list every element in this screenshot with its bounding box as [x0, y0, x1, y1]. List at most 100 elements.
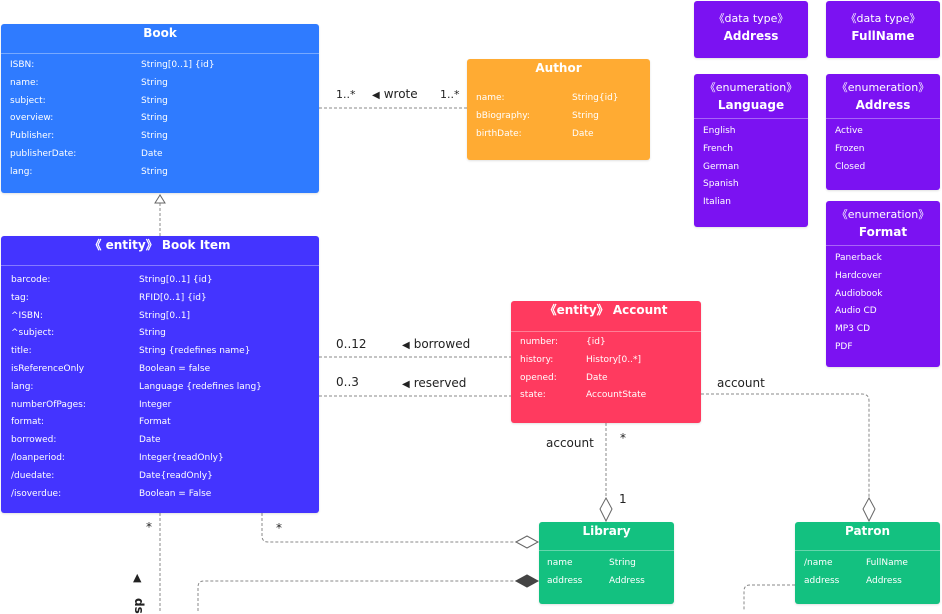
attribute-type: RFID[0..1] {id}: [139, 292, 207, 303]
attribute-type: {id}: [586, 337, 606, 347]
attribute-type: FullName: [866, 558, 908, 568]
attribute-name: title:: [11, 346, 32, 357]
enum-literal: PDF: [835, 341, 853, 352]
attribute-name: subject:: [10, 95, 46, 106]
class-book-item[interactable]: 《 entity》 Book Item barcode: String[0..1]…: [1, 236, 319, 513]
enum-format[interactable]: 《enumeration》 Format Panerback Hardcover…: [826, 201, 940, 367]
attribute-type: String[0..1]: [139, 310, 191, 321]
attribute-name: lang:: [11, 381, 34, 392]
attribute-row: publisherDate: Date: [10, 146, 310, 164]
library-composition-diamond-icon: [514, 574, 540, 588]
attribute-name: name:: [10, 77, 39, 88]
attribute-row: borrowed: Date: [11, 432, 309, 450]
attribute-type: Date: [141, 148, 163, 159]
stereotype-label: 《enumeration》: [836, 81, 930, 94]
class-title-line: 《entity》 Account: [511, 301, 701, 319]
attribute-row: overview: String: [10, 110, 310, 128]
class-title-line: 《 entity》 Book Item: [1, 236, 319, 254]
attribute-name: format:: [11, 417, 45, 428]
borrowed-label: ◀ borrowed: [402, 337, 470, 351]
class-title: Language: [717, 98, 785, 112]
library-composition-line: [197, 580, 516, 611]
enum-literal: French: [703, 143, 733, 154]
attribute-row: ^subject: String: [11, 325, 309, 343]
enum-literal: Spanish: [703, 179, 739, 190]
triangle-up-icon: ▲: [133, 571, 142, 584]
datatype-address-header: 《data type》 Address: [694, 1, 808, 45]
class-library-header: Library: [539, 522, 674, 551]
enum-format-literals: Panerback Hardcover Audiobook Audio CD M…: [826, 246, 940, 361]
reserved-label: ◀ reserved: [402, 376, 466, 390]
class-title: Address: [855, 98, 911, 112]
attribute-type: String: [141, 77, 168, 88]
attribute-name: lang:: [10, 166, 33, 177]
triangle-left-icon: ◀: [402, 340, 410, 351]
wrote-left-multiplicity: 1..*: [336, 88, 356, 101]
attribute-row: birthDate: Date: [476, 126, 641, 144]
attribute-row: barcode: String[0..1] {id}: [11, 272, 309, 290]
class-book-item-attributes: barcode: String[0..1] {id} tag: RFID[0..1]…: [1, 266, 319, 509]
class-account[interactable]: 《entity》 Account number: {id} history: His…: [511, 301, 701, 423]
attribute-name: address: [547, 575, 583, 586]
class-book[interactable]: Book ISBN: String[0..1] {id} name: String …: [1, 24, 319, 193]
attribute-name: Publisher:: [10, 131, 55, 142]
attribute-row: /duedate: Date{readOnly}: [11, 468, 309, 486]
attribute-row: address Address: [547, 573, 666, 591]
attribute-row: ^ISBN: String[0..1]: [11, 308, 309, 326]
class-library[interactable]: Library name String address Address: [539, 522, 674, 604]
attribute-row: name: String{id}: [476, 90, 641, 108]
enum-address[interactable]: 《enumeration》 Address Active Frozen Clos…: [826, 74, 940, 190]
attribute-name: /isoverdue:: [11, 488, 62, 499]
attribute-row: lang: Language {redefines lang}: [11, 379, 309, 397]
enum-format-header: 《enumeration》 Format: [826, 201, 940, 246]
enum-literal: Panerback: [835, 253, 882, 263]
attribute-type: History[0..*]: [586, 354, 641, 365]
attribute-type: Date: [139, 435, 161, 446]
attribute-type: String{id}: [572, 93, 619, 103]
enum-literal: Hardcover: [835, 270, 882, 281]
datatype-fullname[interactable]: 《data type》 FullName: [826, 1, 940, 58]
class-title: Library: [582, 524, 631, 538]
class-author[interactable]: Author name: String{id} bBiography: String…: [467, 59, 650, 160]
attribute-name: ^subject:: [11, 328, 55, 339]
attribute-row: opened: Date: [520, 370, 692, 388]
class-patron[interactable]: Patron /name FullName address Address: [795, 522, 940, 604]
attribute-type: String[0..1] {id}: [141, 60, 215, 70]
stereotype-label: 《entity》: [544, 303, 609, 317]
enum-literal: Audio CD: [835, 306, 877, 317]
stereotype-label: 《enumeration》: [704, 81, 798, 94]
attribute-type: AccountState: [586, 390, 647, 401]
attribute-type: Integer{readOnly}: [139, 452, 224, 463]
wrote-right-multiplicity: 1..*: [440, 88, 460, 101]
attribute-row: address Address: [804, 573, 931, 591]
class-patron-attributes: /name FullName address Address: [795, 551, 940, 595]
attribute-type: Date: [586, 372, 608, 383]
attribute-type: Address: [866, 575, 902, 586]
reserved-multiplicity: 0..3: [336, 375, 359, 389]
attribute-type: Date{readOnly}: [139, 470, 213, 481]
attribute-type: Language {redefines lang}: [139, 381, 262, 392]
attribute-row: name: String: [10, 75, 310, 93]
attribute-name: ISBN:: [10, 60, 35, 70]
enum-language[interactable]: 《enumeration》 Language English French Ge…: [694, 74, 808, 227]
class-title: Book Item: [161, 238, 231, 252]
datatype-address[interactable]: 《data type》 Address: [694, 1, 808, 58]
class-title: Book: [143, 26, 177, 40]
enum-address-header: 《enumeration》 Address: [826, 74, 940, 119]
class-author-attributes: name: String{id} bBiography: String birthD…: [467, 88, 650, 145]
stereotype-label: 《data type》: [845, 12, 921, 25]
attribute-name: number:: [520, 337, 558, 347]
class-book-header: Book: [1, 24, 319, 54]
triangle-left-icon: ◀: [372, 90, 380, 101]
class-account-attributes: number: {id} history: History[0..*] opened…: [511, 332, 701, 407]
attribute-name: state:: [520, 390, 546, 401]
attribute-name: publisherDate:: [10, 148, 77, 159]
stereotype-label: 《enumeration》: [836, 208, 930, 221]
attribute-row: title: String {redefines name}: [11, 343, 309, 361]
attribute-name: overview:: [10, 113, 54, 124]
attribute-name: bBiography:: [476, 110, 530, 121]
partial-association-label: ds: [132, 598, 146, 614]
attribute-row: /loanperiod: Integer{readOnly}: [11, 450, 309, 468]
attribute-name: name:: [476, 93, 505, 103]
stereotype-label: 《 entity》: [89, 238, 158, 252]
